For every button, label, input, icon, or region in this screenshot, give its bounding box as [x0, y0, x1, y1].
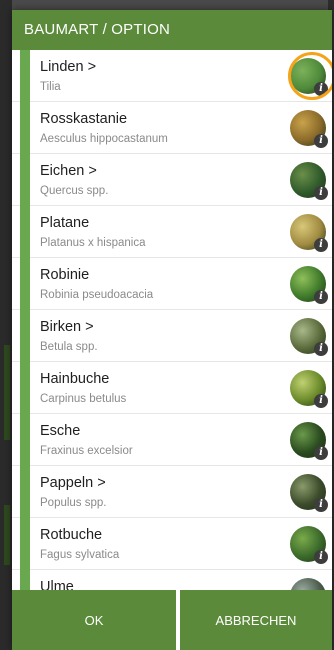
list-item[interactable]: Hainbuche Carpinus betulus i [12, 362, 332, 414]
species-thumbnail[interactable]: i [290, 266, 328, 304]
item-text: Robinie Robinia pseudoacacia [40, 265, 272, 304]
list-item[interactable]: Platane Platanus x hispanica i [12, 206, 332, 258]
species-thumbnail[interactable]: i [290, 58, 328, 96]
species-list[interactable]: Linden > Tilia i Rosskastanie Aesculus hippo… [12, 50, 332, 590]
species-latin-name: Populus spp. [40, 497, 107, 509]
species-name: Robinie [40, 267, 90, 283]
item-text: Birken > Betula spp. [40, 317, 272, 356]
species-latin-name: Fagus sylvatica [40, 549, 120, 561]
item-color-bar [20, 414, 30, 466]
list-item[interactable]: Birken > Betula spp. i [12, 310, 332, 362]
species-latin-name: Carpinus betulus [40, 393, 127, 405]
info-icon[interactable]: i [314, 290, 328, 304]
item-text: Platane Platanus x hispanica [40, 213, 272, 252]
info-icon[interactable]: i [314, 550, 328, 564]
item-color-bar [20, 570, 30, 590]
species-name: Birken > [40, 319, 94, 335]
list-item[interactable]: Linden > Tilia i [12, 50, 332, 102]
background-green-bar [4, 345, 10, 440]
item-color-bar [20, 206, 30, 258]
list-item[interactable]: Eichen > Quercus spp. i [12, 154, 332, 206]
tree-species-dialog: BAUMART / OPTION Linden > Tilia i Rosskasta… [12, 10, 332, 650]
item-text: Rotbuche Fagus sylvatica [40, 525, 272, 564]
species-thumbnail[interactable]: i [290, 318, 328, 356]
item-text: Linden > Tilia [40, 57, 272, 96]
species-thumbnail[interactable]: i [290, 110, 328, 148]
item-color-bar [20, 50, 30, 102]
list-item[interactable]: Ulme i [12, 570, 332, 590]
species-name: Rotbuche [40, 527, 103, 543]
species-thumbnail[interactable]: i [290, 578, 326, 590]
species-latin-name: Aesculus hippocastanum [40, 133, 168, 145]
item-text: Rosskastanie Aesculus hippocastanum [40, 109, 272, 148]
species-name: Pappeln > [40, 475, 106, 491]
item-text: Hainbuche Carpinus betulus [40, 369, 272, 408]
item-color-bar [20, 310, 30, 362]
species-name: Eichen > [40, 163, 97, 179]
item-color-bar [20, 466, 30, 518]
list-item[interactable]: Rosskastanie Aesculus hippocastanum i [12, 102, 332, 154]
list-item[interactable]: Pappeln > Populus spp. i [12, 466, 332, 518]
list-item[interactable]: Rotbuche Fagus sylvatica i [12, 518, 332, 570]
species-name: Hainbuche [40, 371, 110, 387]
dialog-title: BAUMART / OPTION [12, 10, 332, 50]
info-icon[interactable]: i [314, 498, 328, 512]
item-color-bar [20, 102, 30, 154]
item-text: Ulme [40, 577, 272, 590]
list-item[interactable]: Robinie Robinia pseudoacacia i [12, 258, 332, 310]
list-item[interactable]: Esche Fraxinus excelsior i [12, 414, 332, 466]
species-latin-name: Betula spp. [40, 341, 98, 353]
species-latin-name: Robinia pseudoacacia [40, 289, 154, 301]
info-icon[interactable]: i [314, 342, 328, 356]
item-color-bar [20, 154, 30, 206]
species-name: Rosskastanie [40, 111, 128, 127]
species-name: Linden > [40, 59, 97, 75]
species-name: Ulme [40, 579, 74, 590]
species-thumbnail[interactable]: i [290, 370, 328, 408]
item-color-bar [20, 362, 30, 414]
species-latin-name: Quercus spp. [40, 185, 109, 197]
species-thumbnail[interactable]: i [290, 214, 328, 252]
item-color-bar [20, 258, 30, 310]
species-latin-name: Fraxinus excelsior [40, 445, 133, 457]
species-thumbnail[interactable]: i [290, 162, 328, 200]
background-green-bar [4, 505, 10, 565]
info-icon[interactable]: i [314, 134, 328, 148]
dialog-footer: OK ABBRECHEN [12, 590, 332, 650]
item-color-bar [20, 518, 30, 570]
ok-button[interactable]: OK [12, 590, 176, 650]
species-thumbnail[interactable]: i [290, 422, 328, 460]
item-text: Esche Fraxinus excelsior [40, 421, 272, 460]
species-name: Platane [40, 215, 90, 231]
info-icon[interactable]: i [314, 82, 328, 96]
species-latin-name: Platanus x hispanica [40, 237, 146, 249]
leaf-photo-icon [290, 578, 326, 590]
species-thumbnail[interactable]: i [290, 526, 328, 564]
species-latin-name: Tilia [40, 81, 61, 93]
info-icon[interactable]: i [314, 394, 328, 408]
item-text: Eichen > Quercus spp. [40, 161, 272, 200]
species-name: Esche [40, 423, 81, 439]
species-thumbnail[interactable]: i [290, 474, 328, 512]
item-text: Pappeln > Populus spp. [40, 473, 272, 512]
cancel-button[interactable]: ABBRECHEN [180, 590, 332, 650]
info-icon[interactable]: i [314, 186, 328, 200]
info-icon[interactable]: i [314, 238, 328, 252]
info-icon[interactable]: i [314, 446, 328, 460]
